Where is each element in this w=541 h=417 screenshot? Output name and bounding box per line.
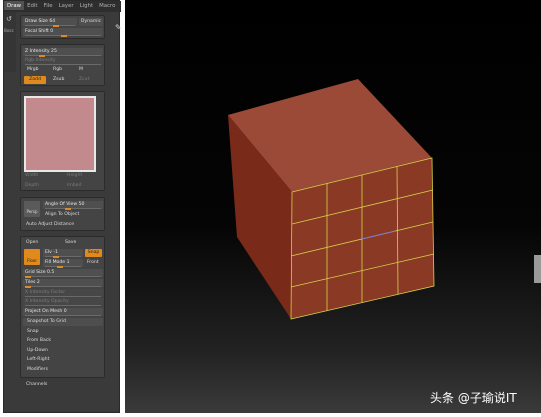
rgb-intensity-slider[interactable]: Rgb Intensity bbox=[23, 57, 103, 65]
menu-draw[interactable]: Draw bbox=[4, 1, 25, 10]
angle-of-view-slider[interactable]: Angle Of View 50 bbox=[43, 201, 103, 210]
grid-size-label: Grid Size 0.5 bbox=[25, 270, 55, 275]
auto-adjust-distance-button[interactable]: Auto Adjust Distance bbox=[26, 221, 74, 229]
x-intensity-factor-label: X Intensity Factor bbox=[25, 290, 66, 295]
x-intensity-factor-slider[interactable]: X Intensity Factor bbox=[23, 289, 103, 297]
tiles-slider[interactable]: Tiles 2 bbox=[23, 279, 103, 288]
open-button[interactable]: Open bbox=[26, 239, 38, 247]
zsub-button[interactable]: Zsub bbox=[53, 76, 64, 84]
save-button[interactable]: Save bbox=[65, 239, 76, 247]
refresh-icon[interactable]: ↺ bbox=[6, 15, 12, 23]
dynamic-button[interactable]: Dynamic bbox=[79, 18, 103, 26]
up-down-option[interactable]: Up-Down bbox=[27, 347, 48, 355]
mrgb-button[interactable]: Mrgb bbox=[27, 66, 39, 74]
project-on-mesh-slider[interactable]: Project On Mesh 0 bbox=[23, 308, 103, 316]
menu-macro[interactable]: Macro bbox=[96, 1, 118, 10]
draw-size-section: Draw Size 64 Dynamic Focal Shift 0 bbox=[20, 15, 105, 39]
m-button[interactable]: M bbox=[79, 66, 83, 74]
scrollbar-handle[interactable] bbox=[534, 255, 541, 283]
width-slider[interactable]: Width bbox=[25, 172, 38, 180]
depth-slider[interactable]: Depth bbox=[25, 182, 39, 190]
z-intensity-label: Z Intensity 25 bbox=[25, 49, 57, 54]
tiles-label: Tiles 2 bbox=[25, 280, 40, 285]
menu-bar: Draw Edit File Layer Light Macro bbox=[4, 1, 121, 12]
left-right-option[interactable]: Left-Right bbox=[27, 356, 49, 364]
snap-option[interactable]: Snap bbox=[27, 328, 39, 336]
viewport-3d[interactable] bbox=[125, 0, 541, 413]
grid-size-slider[interactable]: Grid Size 0.5 bbox=[23, 269, 103, 278]
tool-panel: Draw Edit File Layer Light Macro ↺ Bosc … bbox=[3, 0, 122, 413]
imbed-slider[interactable]: Imbed bbox=[67, 182, 82, 190]
view-section: Persp Angle Of View 50 Align To Object A… bbox=[20, 197, 105, 231]
x-intensity-opacity-slider[interactable]: X Intensity Opacity bbox=[23, 298, 103, 306]
rgb-button[interactable]: Rgb bbox=[53, 66, 62, 74]
snap-button[interactable]: Snap bbox=[85, 249, 102, 257]
menu-light[interactable]: Light bbox=[77, 1, 96, 10]
angle-of-view-label: Angle Of View 50 bbox=[45, 202, 85, 207]
focal-shift-slider[interactable]: Focal Shift 0 bbox=[23, 28, 103, 37]
elevation-slider[interactable]: Elv -1 bbox=[43, 249, 83, 258]
draw-size-label: Draw Size 64 bbox=[25, 19, 56, 24]
project-on-mesh-label: Project On Mesh 0 bbox=[25, 309, 67, 314]
draw-size-slider[interactable]: Draw Size 64 bbox=[23, 18, 77, 27]
rgb-intensity-label: Rgb Intensity bbox=[25, 58, 56, 63]
snapshot-to-grid-button[interactable]: Snapshot To Grid bbox=[23, 318, 103, 326]
fill-mode-label: Fill Mode 1 bbox=[45, 260, 70, 265]
align-to-object-button[interactable]: Align To Object bbox=[45, 211, 79, 219]
cube-render bbox=[228, 79, 435, 320]
z-intensity-slider[interactable]: Z Intensity 25 bbox=[23, 48, 103, 57]
texture-preview[interactable] bbox=[24, 96, 96, 172]
zadd-button[interactable]: Zadd bbox=[24, 76, 46, 84]
grid-section: Open Save Elv -1 Snap Floor Fill Mode 1 … bbox=[20, 236, 105, 378]
menu-file[interactable]: File bbox=[41, 1, 56, 10]
modifiers-option[interactable]: Modifiers bbox=[27, 366, 48, 374]
height-slider[interactable]: Height bbox=[67, 172, 82, 180]
floor-label: Floor bbox=[27, 258, 37, 263]
front-button[interactable]: Front bbox=[87, 259, 99, 267]
side-strip-label: Bosc bbox=[4, 28, 14, 33]
elevation-label: Elv -1 bbox=[45, 250, 58, 255]
channels-header[interactable]: Channels bbox=[26, 381, 47, 389]
brush-icon[interactable]: ✎ bbox=[115, 23, 122, 32]
watermark-text: 头条 @子瑜说IT bbox=[430, 391, 517, 405]
menu-layer[interactable]: Layer bbox=[56, 1, 77, 10]
x-intensity-opacity-label: X Intensity Opacity bbox=[25, 299, 69, 304]
from-back-option[interactable]: From Back bbox=[27, 337, 51, 345]
menu-edit[interactable]: Edit bbox=[24, 1, 40, 10]
fill-mode-slider[interactable]: Fill Mode 1 bbox=[43, 259, 83, 268]
side-strip: ↺ Bosc bbox=[4, 12, 16, 72]
persp-button[interactable]: Persp bbox=[24, 201, 40, 217]
focal-shift-label: Focal Shift 0 bbox=[25, 29, 54, 34]
persp-label: Persp bbox=[26, 209, 38, 214]
zcut-button[interactable]: Zcut bbox=[79, 76, 89, 84]
floor-button[interactable]: Floor bbox=[24, 249, 40, 265]
intensity-section: Z Intensity 25 Rgb Intensity Mrgb Rgb M … bbox=[20, 44, 105, 86]
